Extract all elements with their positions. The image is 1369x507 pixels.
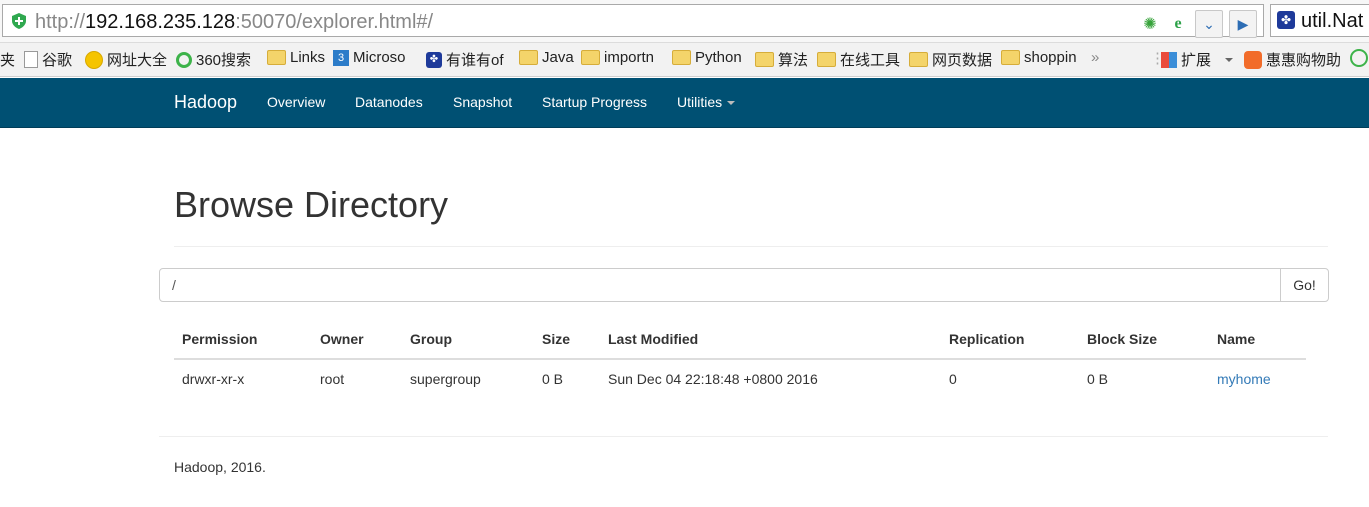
column-header[interactable]: Block Size [1079,320,1209,360]
url-bar[interactable]: http://192.168.235.128:50070/explorer.ht… [2,4,1264,38]
cell-permission: drwxr-xr-x [182,370,245,387]
cell-size: 0 B [542,370,564,387]
nav-utilities-label: Utilities [677,94,723,110]
nav-datanodes[interactable]: Datanodes [355,94,423,110]
divider [174,246,1328,247]
directory-link[interactable]: myhome [1217,371,1271,387]
dropdown-chevron-icon[interactable]: ⌄ [1195,10,1223,38]
cell-group: supergroup [410,370,481,387]
bookmark-item[interactable]: 360搜索 [176,49,251,70]
cell-owner: root [320,370,345,387]
bookmark-item[interactable]: 谷歌 [24,49,72,70]
security-shield-icon [12,13,26,29]
cell-block-size: 0 B [1087,370,1109,387]
url-text[interactable]: http://192.168.235.128:50070/explorer.ht… [35,11,433,34]
bookmark-item[interactable]: 网址大全 [85,49,167,70]
bookmark-folder[interactable]: Java [519,49,574,66]
extensions-menu[interactable]: 扩展 [1161,49,1234,70]
bookmarks-bar: 夹 谷歌 网址大全 360搜索 Links 3 Microso ✤ 有谁有of Ja… [0,43,1369,77]
bag-icon [1244,50,1262,69]
column-header[interactable]: Name [1209,320,1306,360]
table-header-row: Permission Owner Group Size Last Modifie… [174,320,1306,360]
folder-icon [909,52,928,67]
column-header[interactable]: Group [402,320,534,360]
page-icon [24,51,38,68]
navbar-brand[interactable]: Hadoop [174,92,237,113]
hadoop-navbar: Hadoop Overview Datanodes Snapshot Start… [0,78,1369,128]
search-engine-text: util.Nat [1301,10,1364,32]
column-header[interactable]: Last Modified [600,320,941,360]
folder-icon [581,50,600,65]
folder-icon [672,50,691,65]
divider [159,436,1328,437]
bookmark-folder[interactable]: Links [267,49,325,66]
column-header[interactable]: Owner [312,320,402,360]
bookmark-folder[interactable]: 算法 [755,49,808,70]
nav-utilities-dropdown[interactable]: Utilities [677,94,736,110]
more-bookmarks-chevron[interactable]: » [1091,49,1099,66]
nav-snapshot[interactable]: Snapshot [453,94,512,110]
360-icon [176,51,192,68]
cell-last-modified: Sun Dec 04 22:18:48 +0800 2016 [608,370,818,387]
bookmark-folder[interactable]: 在线工具 [817,49,900,70]
plus-circle-icon [85,50,103,69]
bookmark-folder[interactable]: Python [672,49,742,66]
directory-path-input[interactable] [159,268,1281,302]
nav-startup-progress[interactable]: Startup Progress [542,94,647,110]
yuan-icon[interactable] [1350,49,1368,67]
folder-icon [755,52,774,67]
bookmark-folder[interactable]: 网页数据 [909,49,992,70]
caret-down-icon [727,101,736,106]
nav-overview[interactable]: Overview [267,94,325,110]
folder-icon [519,50,538,65]
paw-icon: ✤ [426,51,442,68]
ie-compat-icon[interactable]: e [1167,13,1189,35]
table-row: drwxr-xr-x root supergroup 0 B Sun Dec 0… [174,359,1306,397]
bookmark-item[interactable]: 惠惠购物助 [1244,49,1341,70]
paw-icon: ✤ [1277,11,1295,29]
go-arrow-icon[interactable]: ▶ [1229,10,1257,38]
folder-icon [817,52,836,67]
bookmark-item[interactable]: 3 Microso [333,49,406,66]
refresh-loading-icon[interactable]: ✺ [1139,13,1161,35]
column-header[interactable]: Replication [941,320,1079,360]
go-button[interactable]: Go! [1280,268,1329,302]
folder-icon [267,50,286,65]
folder-icon [1001,50,1020,65]
search-engine-box[interactable]: ✤ util.Nat [1270,4,1369,37]
cell-replication: 0 [949,370,957,387]
column-header[interactable]: Permission [174,320,312,360]
browser-address-bar: http://192.168.235.128:50070/explorer.ht… [0,0,1369,43]
bookmark-item[interactable]: ✤ 有谁有of [426,49,504,70]
cell-name: myhome [1209,359,1306,397]
directory-table: Permission Owner Group Size Last Modifie… [174,320,1306,397]
column-header[interactable]: Size [534,320,600,360]
grid-icon [1161,51,1177,68]
bookmark-folder[interactable]: shoppin [1001,49,1077,66]
page-title: Browse Directory [174,184,449,225]
app-icon: 3 [333,49,349,66]
bookmark-folder[interactable]: importn [581,49,654,66]
footer-text: Hadoop, 2016. [174,459,266,475]
bookmark-item[interactable]: 夹 [0,49,15,70]
caret-down-icon [1225,57,1234,62]
